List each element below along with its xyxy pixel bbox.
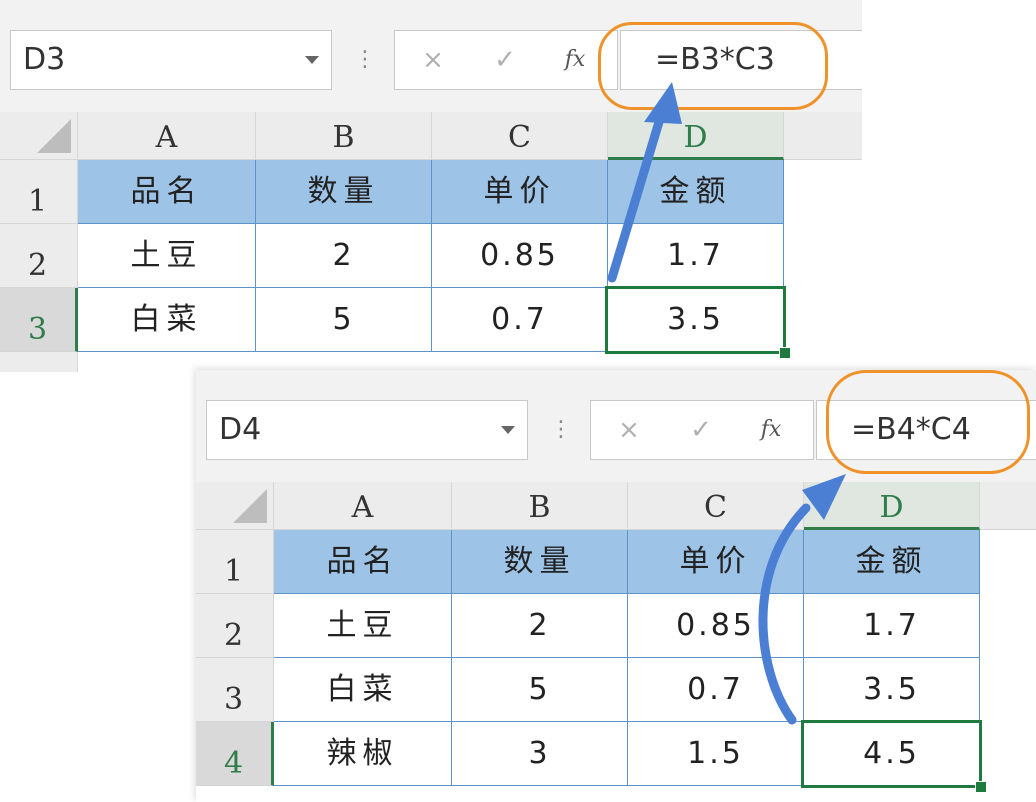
select-all-triangle-icon [233, 489, 267, 523]
cell-a4[interactable]: 辣椒 [274, 722, 452, 786]
cell-b1[interactable]: 数量 [452, 530, 628, 594]
spreadsheet-window-top: D3 ⋮ × ✓ fx =B3*C3 A B C D 1 2 3 品名 数量 单… [0, 0, 862, 372]
cell-d2[interactable]: 1.7 [608, 224, 784, 288]
formula-highlight-ring [598, 22, 828, 110]
cell-d2[interactable]: 1.7 [804, 594, 980, 658]
cell-a2[interactable]: 土豆 [274, 594, 452, 658]
column-header-b[interactable]: B [452, 482, 628, 530]
cell-c4[interactable]: 1.5 [628, 722, 804, 786]
cancel-icon[interactable]: × [599, 401, 659, 459]
cell-d1[interactable]: 金额 [608, 160, 784, 224]
column-header-c[interactable]: C [432, 112, 608, 160]
cell-d1[interactable]: 金额 [804, 530, 980, 594]
name-box[interactable]: D4 [206, 400, 528, 460]
name-box[interactable]: D3 [10, 30, 332, 90]
check-icon[interactable]: ✓ [671, 401, 731, 459]
cell-b4[interactable]: 3 [452, 722, 628, 786]
fill-handle[interactable] [779, 347, 791, 359]
row-header-1[interactable]: 1 [0, 160, 78, 224]
active-cell-selection [801, 720, 982, 788]
active-cell-selection [605, 286, 786, 354]
cell-b2[interactable]: 2 [452, 594, 628, 658]
cell-c2[interactable]: 0.85 [628, 594, 804, 658]
sheet-grid: A B C D 1 2 3 品名 数量 单价 金额 土豆 2 0.85 1.7 … [0, 112, 862, 372]
cell-c1[interactable]: 单价 [432, 160, 608, 224]
chevron-down-icon[interactable] [501, 426, 515, 434]
fill-handle[interactable] [975, 781, 987, 793]
cell-d3[interactable]: 3.5 [804, 658, 980, 722]
column-header-d[interactable]: D [608, 112, 784, 160]
formula-bar: D4 ⋮ × ✓ fx =B4*C4 [196, 370, 1036, 482]
formula-buttons: × ✓ fx [590, 400, 814, 460]
more-options-icon[interactable]: ⋮ [354, 42, 376, 78]
cell-c3[interactable]: 0.7 [628, 658, 804, 722]
select-all-corner[interactable] [0, 112, 78, 160]
more-options-icon[interactable]: ⋮ [550, 412, 572, 448]
cell-b2[interactable]: 2 [256, 224, 432, 288]
insert-function-icon[interactable]: fx [741, 401, 801, 459]
column-header-a[interactable]: A [274, 482, 452, 530]
cell-a2[interactable]: 土豆 [78, 224, 256, 288]
column-header-b[interactable]: B [256, 112, 432, 160]
insert-function-icon[interactable]: fx [545, 31, 605, 89]
row-header-3[interactable]: 3 [0, 288, 78, 352]
cell-c3[interactable]: 0.7 [432, 288, 608, 352]
cell-a3[interactable]: 白菜 [274, 658, 452, 722]
column-header-a[interactable]: A [78, 112, 256, 160]
cell-a1[interactable]: 品名 [78, 160, 256, 224]
cell-a1[interactable]: 品名 [274, 530, 452, 594]
cell-b3[interactable]: 5 [452, 658, 628, 722]
cell-c2[interactable]: 0.85 [432, 224, 608, 288]
name-box-value: D4 [219, 412, 262, 447]
row-header-2[interactable]: 2 [0, 224, 78, 288]
column-header-c[interactable]: C [628, 482, 804, 530]
column-header-d[interactable]: D [804, 482, 980, 530]
formula-bar: D3 ⋮ × ✓ fx =B3*C3 [0, 0, 862, 112]
column-header-e[interactable] [784, 112, 862, 160]
select-all-triangle-icon [37, 119, 71, 153]
row-header-4[interactable]: 4 [196, 722, 274, 786]
sheet-grid: A B C D 1 2 3 4 品名 数量 单价 金额 土豆 2 0.85 1.… [196, 482, 1036, 802]
chevron-down-icon[interactable] [305, 56, 319, 64]
column-header-e[interactable] [980, 482, 1036, 530]
cell-b3[interactable]: 5 [256, 288, 432, 352]
spreadsheet-window-bottom: D4 ⋮ × ✓ fx =B4*C4 A B C D 1 2 3 4 品名 数量… [196, 370, 1036, 802]
formula-highlight-ring [826, 370, 1030, 474]
formula-buttons: × ✓ fx [394, 30, 618, 90]
name-box-value: D3 [23, 42, 66, 77]
row-header-1[interactable]: 1 [196, 530, 274, 594]
cell-c1[interactable]: 单价 [628, 530, 804, 594]
row-header-2[interactable]: 2 [196, 594, 274, 658]
check-icon[interactable]: ✓ [475, 31, 535, 89]
cell-b1[interactable]: 数量 [256, 160, 432, 224]
row-header-4[interactable] [0, 352, 78, 372]
cancel-icon[interactable]: × [403, 31, 463, 89]
select-all-corner[interactable] [196, 482, 274, 530]
row-header-3[interactable]: 3 [196, 658, 274, 722]
cell-a3[interactable]: 白菜 [78, 288, 256, 352]
